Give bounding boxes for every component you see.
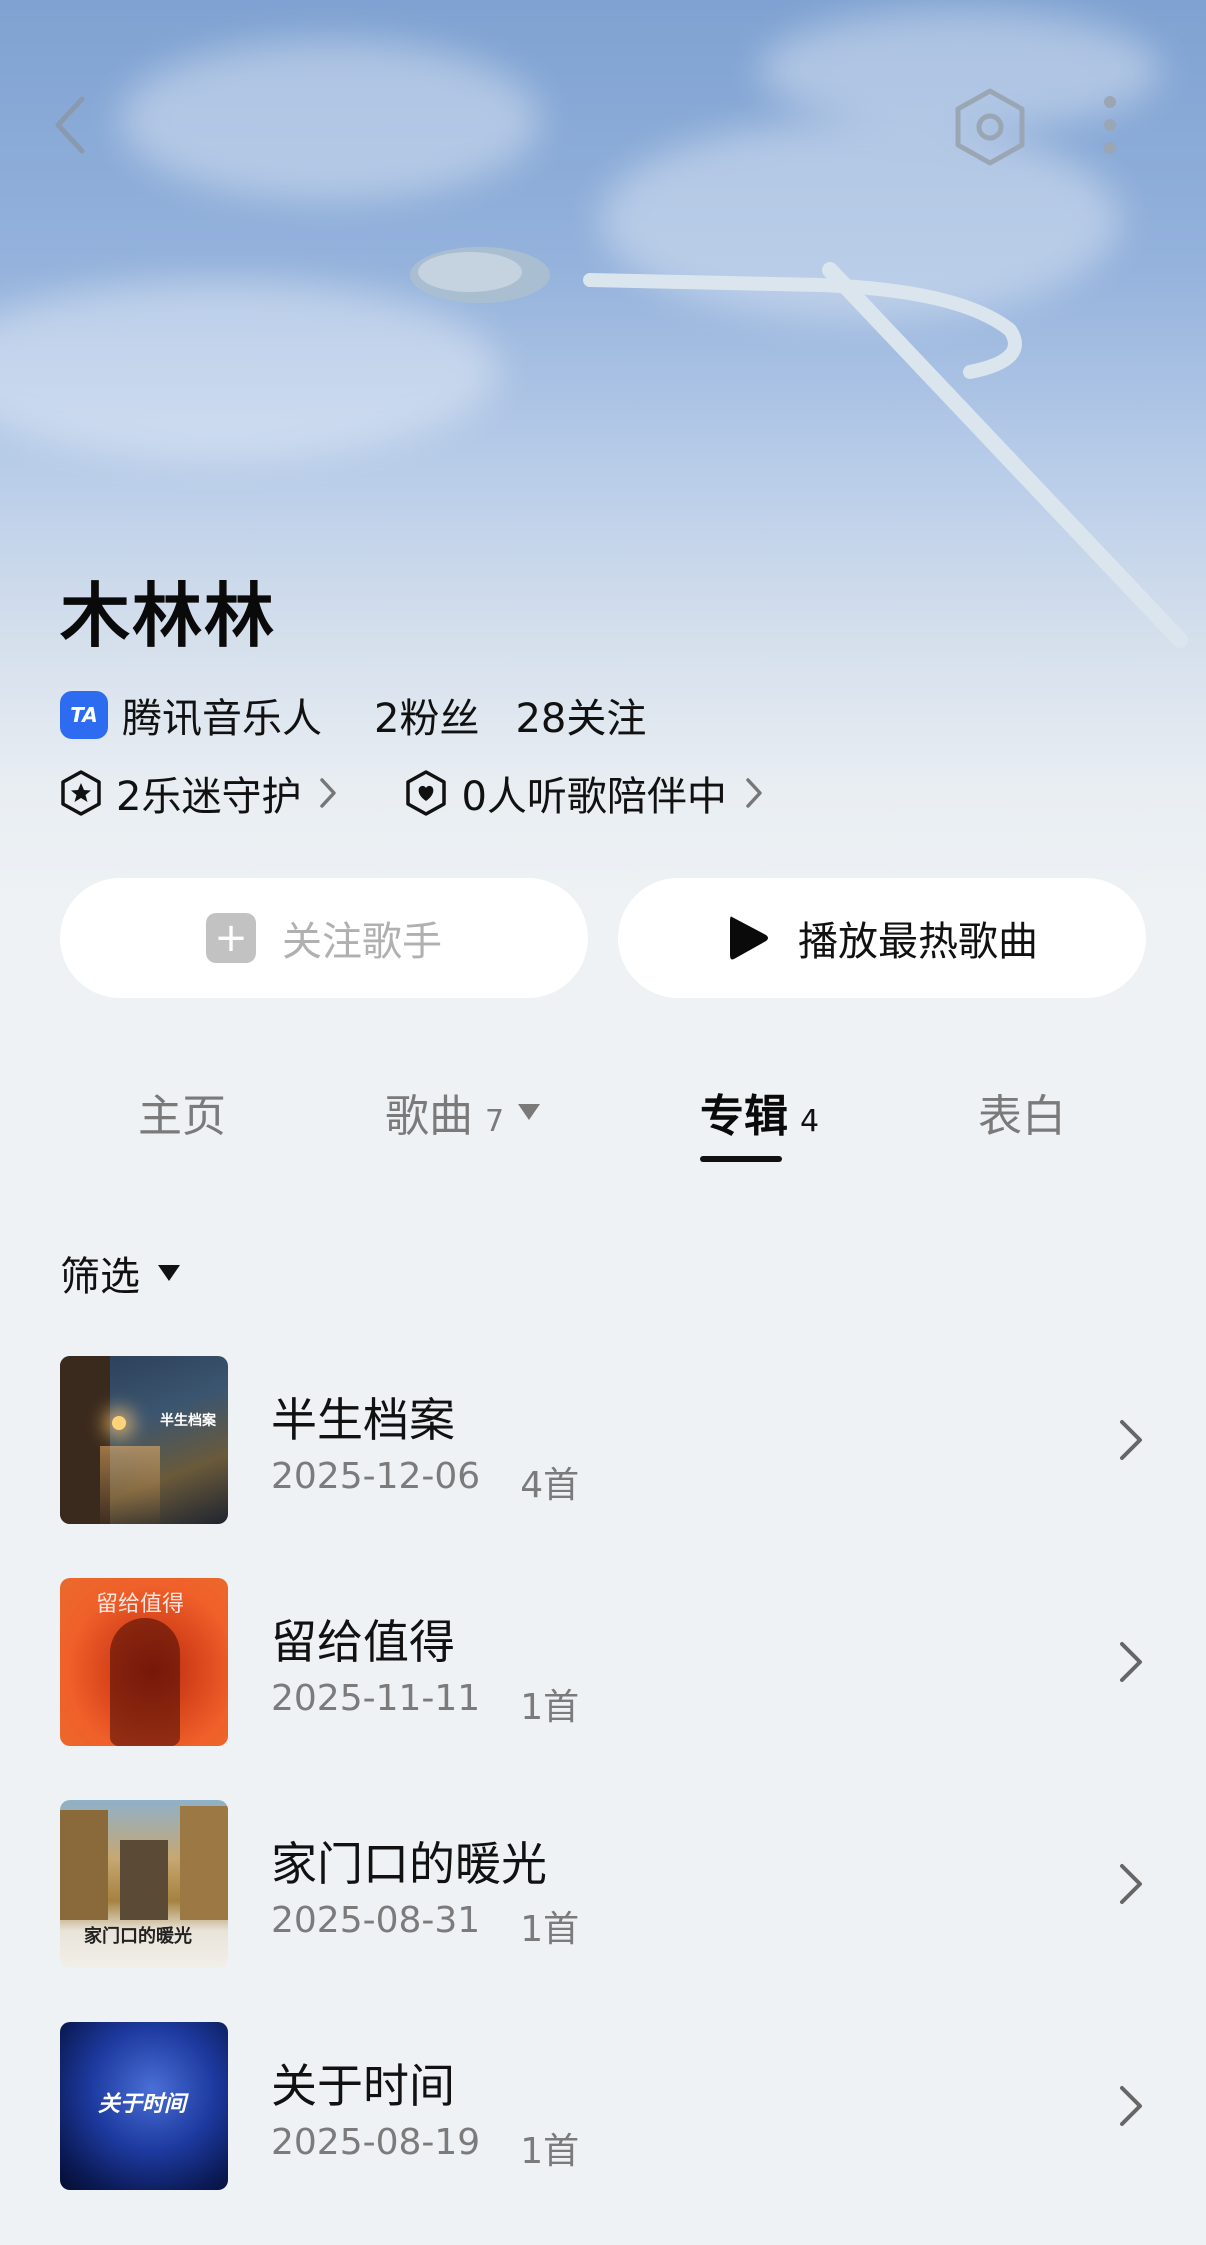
album-track-count: 1首 — [520, 1909, 580, 1950]
chevron-right-icon — [1120, 2086, 1142, 2126]
artist-name: 木林林 — [60, 575, 276, 657]
settings-button[interactable] — [950, 82, 1030, 172]
more-options-button[interactable] — [1080, 90, 1140, 160]
album-title: 半生档案 — [271, 1393, 455, 1447]
plus-icon: + — [206, 913, 256, 963]
album-date: 2025-08-31 — [271, 1900, 481, 1941]
tab-songs-count: 7 — [485, 1104, 505, 1139]
album-meta: 2025-08-31 1首 — [271, 1900, 579, 1952]
back-button[interactable] — [40, 90, 100, 160]
album-title: 家门口的暖光 — [271, 1837, 547, 1891]
album-cover-text: 半生档案 — [160, 1413, 216, 1429]
album-meta: 2025-12-06 4首 — [271, 1456, 579, 1508]
chevron-right-icon — [746, 778, 762, 808]
tab-albums[interactable]: 专辑 4 — [700, 1080, 819, 1144]
tab-confess-label: 表白 — [978, 1091, 1066, 1142]
album-date: 2025-12-06 — [271, 1456, 481, 1497]
fan-guard-label: 2乐迷守护 — [116, 774, 302, 820]
album-title: 留给值得 — [271, 1615, 455, 1669]
album-item[interactable]: 家门口的暖光 家门口的暖光 2025-08-31 1首 — [0, 1800, 1206, 2022]
listening-companion-label: 0人听歌陪伴中 — [461, 774, 727, 820]
following-count[interactable]: 28关注 — [515, 686, 646, 744]
album-title: 关于时间 — [271, 2059, 455, 2113]
tab-songs[interactable]: 歌曲 7 — [385, 1080, 542, 1144]
album-cover: 留给值得 — [60, 1578, 228, 1746]
artist-stats-row: 2乐迷守护 0人听歌陪伴中 — [60, 764, 777, 822]
filter-dropdown[interactable]: 筛选 — [60, 1244, 182, 1302]
caret-down-icon — [158, 1265, 180, 1281]
chevron-right-icon — [1120, 1420, 1142, 1460]
artist-meta-row: TA 腾讯音乐人 2粉丝 28关注 — [60, 686, 646, 744]
play-icon — [730, 916, 768, 960]
album-date: 2025-08-19 — [271, 2122, 481, 2163]
fan-guard-link[interactable]: 2乐迷守护 — [60, 764, 351, 822]
caret-down-icon — [518, 1104, 541, 1120]
artist-badge[interactable]: 腾讯音乐人 — [122, 686, 322, 744]
fans-count[interactable]: 2粉丝 — [374, 686, 479, 744]
tab-albums-label: 专辑 — [700, 1091, 788, 1142]
album-meta: 2025-11-11 1首 — [271, 1678, 579, 1730]
artist-tabs: 主页 歌曲 7 专辑 4 表白 — [0, 1080, 1206, 1170]
album-cover-text: 关于时间 — [98, 2092, 187, 2117]
play-top-songs-button[interactable]: 播放最热歌曲 — [618, 878, 1146, 998]
chevron-right-icon — [1120, 1864, 1142, 1904]
follow-button-label: 关注歌手 — [282, 919, 442, 965]
follow-artist-button[interactable]: + 关注歌手 — [60, 878, 588, 998]
album-item[interactable]: 留给值得 留给值得 2025-11-11 1首 — [0, 1578, 1206, 1800]
album-cover: 关于时间 — [60, 2022, 228, 2190]
chevron-right-icon — [1120, 1642, 1142, 1682]
tab-home-label: 主页 — [138, 1091, 226, 1142]
album-list: 半生档案 半生档案 2025-12-06 4首 留给值得 留给值得 2025-1… — [0, 1356, 1206, 2244]
album-item[interactable]: 关于时间 关于时间 2025-08-19 1首 — [0, 2022, 1206, 2244]
album-date: 2025-11-11 — [271, 1678, 481, 1719]
back-arrow-icon — [55, 96, 85, 154]
heart-shield-icon — [406, 770, 447, 816]
album-cover-text: 家门口的暖光 — [84, 1926, 192, 1947]
filter-label: 筛选 — [60, 1254, 140, 1300]
album-item[interactable]: 半生档案 半生档案 2025-12-06 4首 — [0, 1356, 1206, 1578]
tab-home[interactable]: 主页 — [138, 1080, 226, 1144]
album-cover: 半生档案 — [60, 1356, 228, 1524]
album-track-count: 1首 — [520, 1687, 580, 1728]
tab-songs-label: 歌曲 — [385, 1091, 473, 1142]
album-track-count: 1首 — [520, 2131, 580, 2172]
active-tab-indicator — [700, 1156, 782, 1162]
more-vertical-icon — [1104, 96, 1116, 154]
album-cover: 家门口的暖光 — [60, 1800, 228, 1968]
play-button-label: 播放最热歌曲 — [798, 919, 1038, 965]
album-meta: 2025-08-19 1首 — [271, 2122, 579, 2174]
album-cover-text: 留给值得 — [96, 1592, 185, 1617]
hexagon-settings-icon — [955, 88, 1025, 166]
top-bar — [0, 0, 1206, 250]
album-track-count: 4首 — [520, 1465, 580, 1506]
listening-companion-link[interactable]: 0人听歌陪伴中 — [405, 764, 776, 822]
tab-albums-count: 4 — [800, 1104, 820, 1139]
tencent-musician-icon: TA — [60, 691, 108, 739]
star-shield-icon — [61, 770, 101, 816]
tab-confess[interactable]: 表白 — [978, 1080, 1066, 1144]
chevron-right-icon — [320, 778, 337, 808]
